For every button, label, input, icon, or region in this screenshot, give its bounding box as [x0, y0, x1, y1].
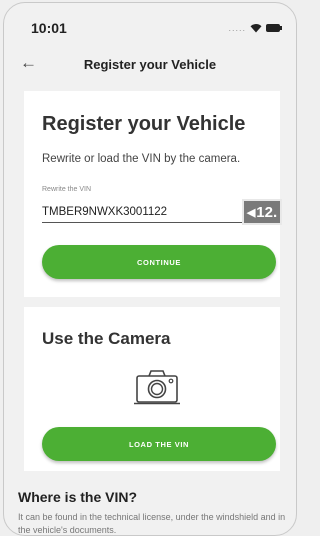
help-text: It can be found in the technical license… [18, 512, 286, 535]
step-badge-label: 12. [256, 203, 278, 221]
camera-card: Use the Camera LOAD THE VIN [24, 307, 280, 471]
status-icons: ..... [228, 23, 282, 33]
status-time: 10:01 [31, 20, 67, 36]
status-bar: 10:01 ..... [4, 3, 296, 43]
help-title: Where is the VIN? [18, 489, 138, 505]
wifi-icon [250, 24, 262, 33]
register-card: Register your Vehicle Rewrite or load th… [24, 91, 282, 297]
signal-dots-icon: ..... [228, 23, 246, 33]
page-title: Register your Vehicle [83, 57, 217, 72]
load-vin-button[interactable]: LOAD THE VIN [42, 427, 276, 461]
camera-card-title: Use the Camera [42, 329, 171, 348]
battery-icon [266, 24, 282, 32]
vin-field-label: Rewrite the VIN [42, 186, 92, 193]
badge-arrow-icon: ◀ [246, 206, 256, 219]
continue-button[interactable]: CONTINUE [42, 245, 276, 279]
vin-input[interactable] [42, 201, 254, 223]
register-card-title: Register your Vehicle [42, 113, 246, 135]
step-badge: ◀ 12. [242, 199, 282, 225]
app-bar: ← Register your Vehicle [4, 47, 296, 83]
camera-icon [134, 370, 180, 405]
register-card-subtitle: Rewrite or load the VIN by the camera. [42, 153, 241, 165]
phone-screen: 10:01 ..... ← Register your Vehicle Regi… [3, 2, 297, 536]
